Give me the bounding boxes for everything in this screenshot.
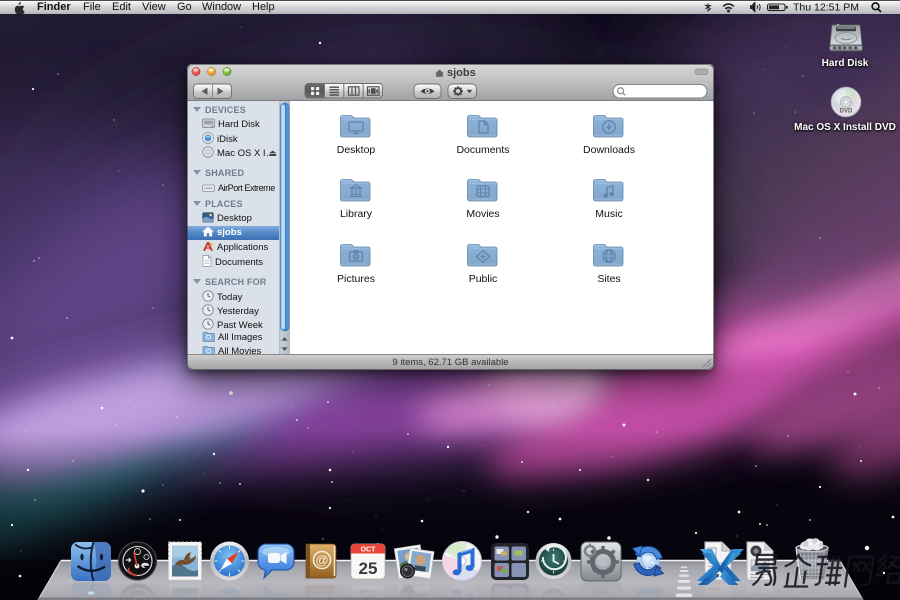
svg-text:Thu 12:51 PM: Thu 12:51 PM (793, 1, 859, 13)
svg-text:sjobs: sjobs (447, 67, 476, 79)
svg-text:DVD: DVD (840, 109, 853, 115)
